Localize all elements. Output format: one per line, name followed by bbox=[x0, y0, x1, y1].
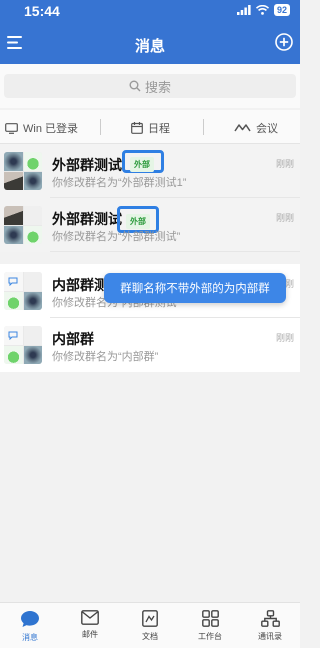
nav-bar: 消息 bbox=[0, 22, 300, 64]
conversation-time: 刚刚 bbox=[275, 333, 294, 343]
tab-messages[interactable]: 消息 bbox=[0, 603, 60, 648]
search-area: 搜索 bbox=[0, 64, 300, 108]
win-login-item[interactable]: Win 已登录 bbox=[5, 120, 78, 136]
conversation-time: 刚刚 bbox=[275, 213, 294, 223]
tab-label: 邮件 bbox=[82, 630, 98, 639]
conversation-row[interactable]: 外部群测试 外部 你修改群名为“外部群测试1” 刚刚 bbox=[0, 144, 300, 198]
meeting-item[interactable]: 会议 bbox=[234, 120, 278, 136]
chat-bubble-icon bbox=[21, 611, 39, 627]
conversation-row[interactable]: 内部群 你修改群名为“内部群” 刚刚 bbox=[0, 318, 300, 372]
divider bbox=[100, 119, 101, 135]
schedule-label: 日程 bbox=[148, 123, 170, 135]
page-title: 消息 bbox=[134, 38, 165, 55]
divider bbox=[203, 119, 204, 135]
schedule-item[interactable]: 日程 bbox=[131, 120, 170, 136]
conversation-subtitle: 你修改群名为“外部群测试1” bbox=[52, 177, 187, 189]
tab-label: 通讯录 bbox=[258, 632, 282, 641]
tab-bar: 消息 邮件 文档 工作台 通讯录 bbox=[0, 602, 300, 648]
win-login-label: Win 已登录 bbox=[23, 123, 78, 135]
search-placeholder: 搜索 bbox=[144, 79, 171, 95]
monitor-icon bbox=[5, 122, 18, 134]
conversation-title: 外部群测试 bbox=[52, 157, 122, 173]
add-icon[interactable] bbox=[275, 33, 293, 56]
group-avatar bbox=[4, 152, 42, 190]
tab-workbench[interactable]: 工作台 bbox=[180, 603, 240, 648]
tab-docs[interactable]: 文档 bbox=[120, 603, 180, 648]
wifi-icon bbox=[255, 5, 269, 15]
search-input[interactable]: 搜索 bbox=[4, 74, 296, 98]
group-avatar bbox=[4, 272, 42, 310]
external-tag: 外部 bbox=[130, 157, 154, 172]
tooltip-callout: 群聊名称不带外部的为内部群 bbox=[104, 273, 286, 303]
status-icons: 92 bbox=[236, 4, 290, 16]
calendar-icon bbox=[131, 122, 143, 134]
mail-icon bbox=[81, 610, 99, 625]
conversation-row[interactable]: 外部群测试 外部 你修改群名为“外部群测试” 刚刚 bbox=[0, 198, 300, 252]
status-time: 15:44 bbox=[24, 3, 60, 19]
contacts-icon bbox=[260, 610, 280, 627]
external-tag: 外部 bbox=[126, 214, 150, 229]
conversation-time: 刚刚 bbox=[275, 159, 294, 169]
tab-label: 消息 bbox=[22, 633, 38, 642]
signal-icon bbox=[236, 5, 251, 15]
tab-label: 文档 bbox=[142, 632, 158, 641]
battery-level: 92 bbox=[273, 4, 290, 16]
conversation-subtitle: 你修改群名为“内部群” bbox=[52, 351, 159, 363]
tab-label: 工作台 bbox=[198, 632, 222, 641]
conversation-subtitle: 你修改群名为“外部群测试” bbox=[52, 231, 181, 243]
document-icon bbox=[142, 610, 158, 627]
conversation-title: 外部群测试 bbox=[52, 211, 122, 227]
status-bar: 15:44 92 bbox=[0, 0, 300, 22]
tab-mail[interactable]: 邮件 bbox=[60, 603, 120, 648]
group-avatar bbox=[4, 326, 42, 364]
conversation-title: 内部群 bbox=[52, 331, 94, 347]
chat-bubble-icon bbox=[8, 277, 18, 286]
workbench-grid-icon bbox=[201, 610, 219, 627]
chat-bubble-icon bbox=[8, 331, 18, 340]
meeting-label: 会议 bbox=[256, 123, 278, 135]
meeting-icon bbox=[234, 124, 251, 132]
group-avatar bbox=[4, 206, 42, 244]
search-icon bbox=[129, 80, 141, 92]
quick-bar: Win 已登录 日程 会议 bbox=[0, 110, 300, 144]
tab-contacts[interactable]: 通讯录 bbox=[240, 603, 300, 648]
